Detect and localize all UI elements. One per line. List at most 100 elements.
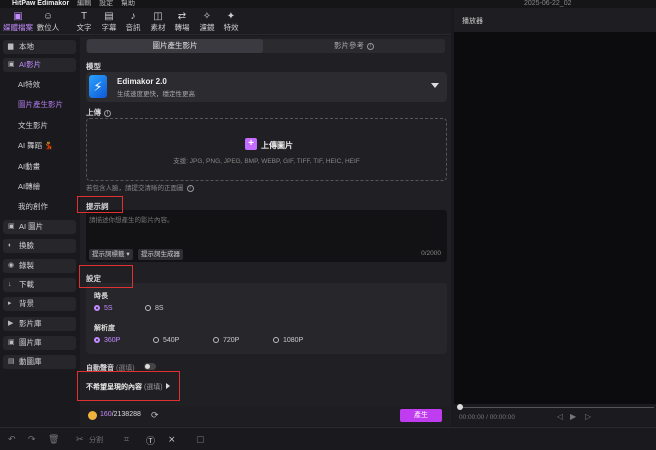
sidebar-sub-text-to-video[interactable]: 文生影片: [18, 121, 48, 131]
split-icon[interactable]: ✂: [76, 434, 84, 445]
project-date: 2025-06-22_02: [524, 0, 572, 7]
main-panel: 圖片產生影片 影片參考 i 模型 ⚡ Edimakor 2.0 生成速度更快，穩定…: [80, 36, 451, 426]
prompt-generator-button[interactable]: 提示詞生成器: [138, 249, 183, 260]
tab-image-to-video[interactable]: 圖片產生影片: [87, 39, 263, 53]
split-label[interactable]: 分割: [89, 435, 103, 445]
delete-icon[interactable]: 🗑: [48, 434, 59, 445]
prompt-char-count: 0/2000: [421, 250, 441, 257]
subtitle-icon: ▤: [104, 11, 114, 22]
tool-audio[interactable]: ♪ 音訊: [120, 8, 146, 35]
face-swap-icon: ◐: [8, 242, 13, 249]
preview-player: 播放器 00:00:00 / 00:00:00 ◁ ▶ ▷: [454, 8, 656, 426]
info-icon: i: [104, 109, 111, 117]
model-name: Edimakor 2.0: [117, 77, 167, 86]
audio-icon: ♪: [130, 11, 136, 22]
menu-edit[interactable]: 編輯: [77, 0, 91, 7]
sidebar-item-ai-video[interactable]: ▣ AI影片: [3, 58, 76, 72]
title-bar: HitPaw Edimakor 編輯 設定 幫助 2025-06-22_02: [0, 0, 656, 8]
radio-icon: [153, 337, 159, 343]
sidebar-sub-ai-redraw[interactable]: AI轉繪: [18, 182, 40, 192]
duration-8s[interactable]: 8S: [145, 305, 164, 312]
redo-icon[interactable]: ↷: [28, 434, 36, 445]
menu-settings[interactable]: 設定: [99, 0, 113, 7]
upload-hint: 若包含人臉，請提交清晰的正面圖 i: [86, 182, 194, 192]
sidebar-sub-image-to-video[interactable]: 圖片產生影片: [18, 100, 63, 110]
radio-icon: [213, 337, 219, 343]
assets-icon: ◫: [153, 11, 163, 22]
chevron-down-icon: [431, 83, 439, 88]
upload-label: 上傳 i: [86, 107, 111, 118]
sidebar-item-video-library[interactable]: ▶ 影片庫: [3, 317, 76, 331]
play-icon[interactable]: ▶: [570, 412, 576, 421]
download-icon: ↓: [8, 281, 12, 288]
prompt-input[interactable]: 請描述你想產生的影片內容。 提示詞標籤 ▾ 提示詞生成器 0/2000: [86, 210, 447, 262]
chevron-right-icon: ▸: [8, 300, 12, 307]
upload-image-button[interactable]: 上傳圖片: [261, 140, 293, 151]
text-icon: T: [80, 11, 88, 22]
tool-filter[interactable]: ✧ 濾鏡: [194, 8, 220, 35]
resolution-1080p[interactable]: 1080P: [273, 337, 303, 344]
negative-prompt-expander[interactable]: 不希望呈現的內容 (選填): [86, 382, 170, 392]
sidebar-sub-my-creations[interactable]: 我的創作: [18, 202, 48, 212]
sidebar-item-local[interactable]: ▆ 本地: [3, 40, 76, 54]
sidebar-item-ai-image[interactable]: ▣ AI 圖片: [3, 220, 76, 234]
upload-dropzone[interactable]: + 上傳圖片 支援: JPG, PNG, JPEG, BMP, WEBP, GI…: [86, 118, 447, 181]
model-select[interactable]: ⚡ Edimakor 2.0 生成速度更快，穩定性更高: [86, 72, 447, 102]
tool-subtitle[interactable]: ▤ 字幕: [96, 8, 122, 35]
folder-icon: ▆: [8, 43, 14, 50]
sidebar-item-record[interactable]: ◉ 錄製: [3, 259, 76, 273]
tool-assets[interactable]: ◫ 素材: [145, 8, 171, 35]
transition-icon: ⇄: [177, 11, 187, 22]
settings-panel: 時長 5S 8S 解析度 360P 540P 720P 1080P: [86, 283, 447, 354]
credits-display: 160/2138288: [100, 411, 141, 418]
export-icon[interactable]: ▢: [196, 434, 205, 445]
tab-video-reference[interactable]: 影片參考 i: [266, 39, 442, 53]
tool-text[interactable]: T 文字: [71, 8, 97, 35]
refresh-icon[interactable]: ⟳: [151, 410, 159, 421]
crop-icon[interactable]: ⌗: [124, 434, 129, 445]
tool-transition[interactable]: ⇄ 轉場: [169, 8, 195, 35]
prompt-tags-dropdown[interactable]: 提示詞標籤 ▾: [89, 249, 133, 260]
playback-progress[interactable]: [458, 407, 654, 408]
model-label: 模型: [86, 62, 101, 71]
duration-5s[interactable]: 5S: [94, 305, 113, 312]
ai-video-icon: ▣: [8, 61, 15, 68]
lightning-icon: ⚡: [89, 75, 107, 98]
playhead-handle[interactable]: [457, 404, 463, 410]
auto-audio-toggle[interactable]: [144, 363, 156, 370]
frame-back-icon[interactable]: ◁: [557, 412, 563, 421]
frame-forward-icon[interactable]: ▷: [585, 412, 591, 421]
avatar-icon: ☺: [42, 11, 54, 22]
gif-library-icon: ▤: [8, 358, 15, 365]
sidebar-sub-ai-animation[interactable]: AI動畫: [18, 162, 40, 172]
resolution-540p[interactable]: 540P: [153, 337, 179, 344]
radio-icon: [94, 337, 100, 343]
tool-media[interactable]: ▣ 媒體檔案: [3, 8, 33, 35]
info-icon: i: [186, 184, 194, 192]
menu-help[interactable]: 幫助: [121, 0, 135, 7]
generate-footer: 160/2138288 ⟳ 產生: [80, 406, 451, 426]
sidebar-sub-ai-effects[interactable]: AI特效: [18, 80, 40, 90]
sidebar-sub-ai-dance[interactable]: AI 舞蹈 💃: [18, 141, 54, 151]
tool-effects[interactable]: ✦ 特效: [218, 8, 244, 35]
resolution-360p[interactable]: 360P: [94, 337, 120, 344]
text-tool-icon[interactable]: Ⓣ: [146, 434, 155, 447]
sidebar-item-download[interactable]: ↓ 下載: [3, 278, 76, 292]
sidebar: ▆ 本地 ▣ AI影片 AI特效 圖片產生影片 文生影片 AI 舞蹈 💃 AI動畫 …: [0, 36, 79, 426]
tool-avatar[interactable]: ☺ 數位人: [35, 8, 61, 35]
model-desc: 生成速度更快，穩定性更高: [117, 91, 195, 98]
undo-icon[interactable]: ↶: [8, 434, 16, 445]
resolution-720p[interactable]: 720P: [213, 337, 239, 344]
sidebar-item-background[interactable]: ▸ 背景: [3, 297, 76, 311]
resolution-label: 解析度: [94, 325, 115, 332]
caret-right-icon: [165, 383, 170, 389]
video-library-icon: ▶: [8, 320, 14, 327]
sidebar-item-face-swap[interactable]: ◐ 換臉: [3, 239, 76, 253]
remove-icon[interactable]: ⨯: [168, 434, 176, 445]
caret-down-icon: ▾: [126, 251, 130, 258]
generate-button[interactable]: 產生: [400, 409, 442, 422]
sidebar-item-gif-library[interactable]: ▤ 動圖庫: [3, 355, 76, 369]
sidebar-item-image-library[interactable]: ▣ 圖片庫: [3, 336, 76, 350]
upload-formats: 支援: JPG, PNG, JPEG, BMP, WEBP, GIF, TIFF…: [173, 158, 360, 165]
info-icon: i: [367, 42, 374, 50]
